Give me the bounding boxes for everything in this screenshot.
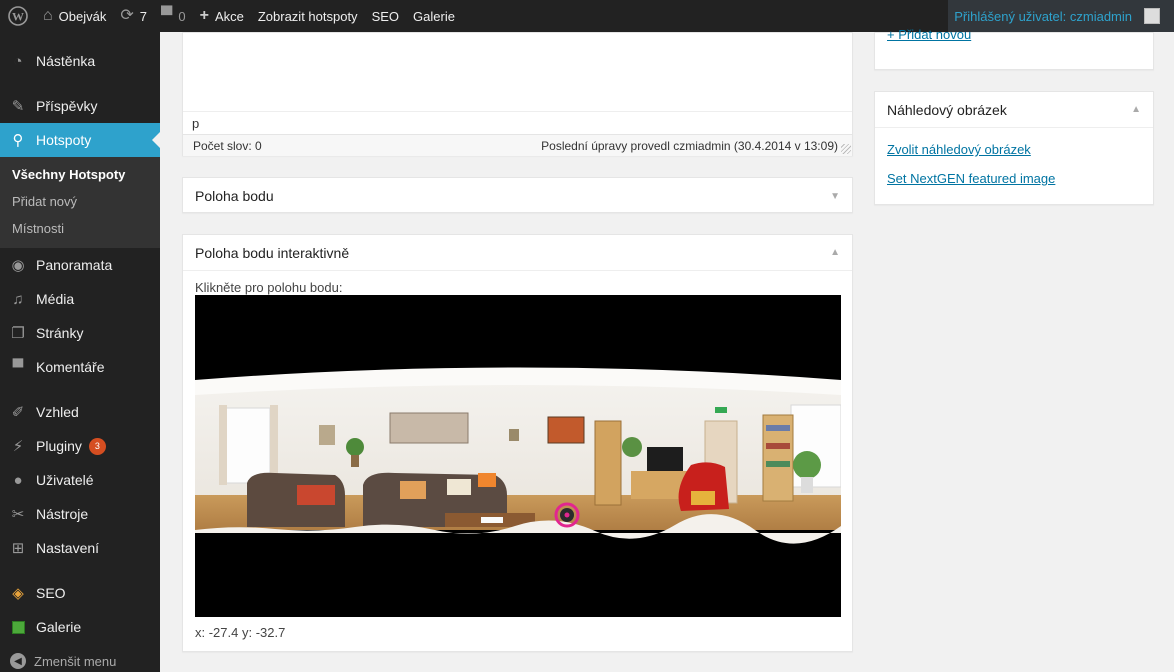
site-name-link[interactable]: ⌂ Obejvák xyxy=(36,0,113,32)
gallery-icon xyxy=(9,618,27,636)
admin-menu: ◔ Nástěnka ✎ Příspěvky ⚲ Hotspoty Všechn… xyxy=(0,32,160,672)
submenu-add-new[interactable]: Přidat nový xyxy=(0,188,160,215)
comment-icon: ▀ xyxy=(12,358,24,376)
eye-icon: ◉ xyxy=(11,257,25,274)
wrench-icon: ✂ xyxy=(11,506,25,523)
menu-item-dashboard[interactable]: ◔ Nástěnka xyxy=(0,44,160,78)
featured-image-header[interactable]: Náhledový obrázek ▲ xyxy=(875,92,1153,128)
add-new-link[interactable]: + Přidat novou xyxy=(887,27,971,42)
menu-item-comments[interactable]: ▀ Komentáře xyxy=(0,350,160,384)
location-metabox: Poloha bodu ▼ xyxy=(182,177,853,213)
dashboard-icon: ◔ xyxy=(13,52,23,70)
hotspot-marker[interactable] xyxy=(555,503,579,527)
menu-item-panoramas[interactable]: ◉ Panoramata xyxy=(0,248,160,282)
svg-text:W: W xyxy=(12,10,24,24)
admin-bar: W ⌂ Obejvák ⟳ 7 ▀ 0 + Akce Zobrazit hots… xyxy=(0,0,1174,32)
location-pin-icon: ⚲ xyxy=(12,132,24,149)
collapse-arrow-icon[interactable]: ▲ xyxy=(1131,104,1141,115)
hotspots-view-link[interactable]: Zobrazit hotspoty xyxy=(251,0,365,32)
seo-icon: ◈ xyxy=(12,585,24,602)
avatar xyxy=(1144,8,1160,24)
new-content-link[interactable]: + Akce xyxy=(193,0,251,32)
comment-bubble-icon: ▀ xyxy=(161,7,173,24)
panorama-picker[interactable] xyxy=(195,295,841,617)
user-icon: ● xyxy=(13,471,23,489)
comments-link[interactable]: ▀ 0 xyxy=(154,0,193,32)
menu-item-hotspots[interactable]: ⚲ Hotspoty xyxy=(0,123,160,157)
wordpress-logo-icon[interactable]: W xyxy=(0,0,36,32)
menu-item-plugins[interactable]: ⚡ Pluginy 3 xyxy=(0,429,160,463)
interactive-location-metabox: Poloha bodu interaktivně ▲ Klikněte pro … xyxy=(182,234,853,652)
category-metabox: + Přidat novou xyxy=(874,27,1154,70)
click-instruction: Klikněte pro polohu bodu: xyxy=(195,280,343,295)
media-icon: ♫ xyxy=(12,290,24,308)
editor-element-path: p xyxy=(192,115,200,131)
menu-item-media[interactable]: ♫ Média xyxy=(0,282,160,316)
gallery-link[interactable]: Galerie xyxy=(406,0,462,32)
menu-item-appearance[interactable]: ✐ Vzhled xyxy=(0,395,160,429)
updates-link[interactable]: ⟳ 7 xyxy=(113,0,154,32)
menu-item-pages[interactable]: ❐ Stránky xyxy=(0,316,160,350)
menu-item-gallery[interactable]: Galerie xyxy=(0,610,160,644)
plugin-icon: ⚡ xyxy=(12,438,24,455)
submenu-all-hotspots[interactable]: Všechny Hotspoty xyxy=(0,161,160,188)
word-count: Počet slov: 0 xyxy=(193,138,262,153)
content-editor: p Počet slov: 0 Poslední úpravy provedl … xyxy=(182,32,853,156)
panorama-image xyxy=(195,367,841,544)
pages-icon: ❐ xyxy=(11,325,25,342)
collapse-arrow-icon: ◀ xyxy=(10,653,26,669)
menu-item-users[interactable]: ● Uživatelé xyxy=(0,463,160,497)
brush-icon: ✐ xyxy=(11,404,25,421)
featured-image-metabox: Náhledový obrázek ▲ Zvolit náhledový obr… xyxy=(874,91,1154,205)
user-account-menu[interactable]: Přihlášený uživatel: czmiadmin xyxy=(948,0,1174,32)
last-edit-info: Poslední úpravy provedl czmiadmin (30.4.… xyxy=(541,138,838,153)
coordinates-readout: x: -27.4 y: -32.7 xyxy=(195,625,286,640)
set-featured-image-link[interactable]: Zvolit náhledový obrázek xyxy=(887,142,1153,157)
collapse-menu-button[interactable]: ◀ Zmenšit menu xyxy=(0,644,160,672)
hotspots-submenu: Všechny Hotspoty Přidat nový Místnosti xyxy=(0,157,160,248)
interactive-location-header[interactable]: Poloha bodu interaktivně ▲ xyxy=(183,235,852,271)
home-icon: ⌂ xyxy=(43,7,53,24)
expand-arrow-icon[interactable]: ▼ xyxy=(830,191,840,202)
location-metabox-header[interactable]: Poloha bodu ▼ xyxy=(183,178,852,214)
editor-textarea[interactable] xyxy=(183,33,852,112)
submenu-rooms[interactable]: Místnosti xyxy=(0,215,160,242)
menu-item-settings[interactable]: ⊞ Nastavení xyxy=(0,531,160,565)
plugin-update-badge: 3 xyxy=(88,437,106,455)
menu-item-tools[interactable]: ✂ Nástroje xyxy=(0,497,160,531)
menu-item-posts[interactable]: ✎ Příspěvky xyxy=(0,89,160,123)
settings-icon: ⊞ xyxy=(11,540,25,557)
seo-link[interactable]: SEO xyxy=(365,0,406,32)
resize-handle[interactable] xyxy=(841,144,851,154)
plus-icon: + xyxy=(199,7,209,24)
pin-icon: ✎ xyxy=(11,98,25,115)
collapse-arrow-icon[interactable]: ▲ xyxy=(830,247,840,258)
set-nextgen-featured-image-link[interactable]: Set NextGEN featured image xyxy=(887,171,1153,186)
editor-status-bar: Počet slov: 0 Poslední úpravy provedl cz… xyxy=(183,134,852,156)
refresh-icon: ⟳ xyxy=(120,7,134,24)
menu-item-seo[interactable]: ◈ SEO xyxy=(0,576,160,610)
